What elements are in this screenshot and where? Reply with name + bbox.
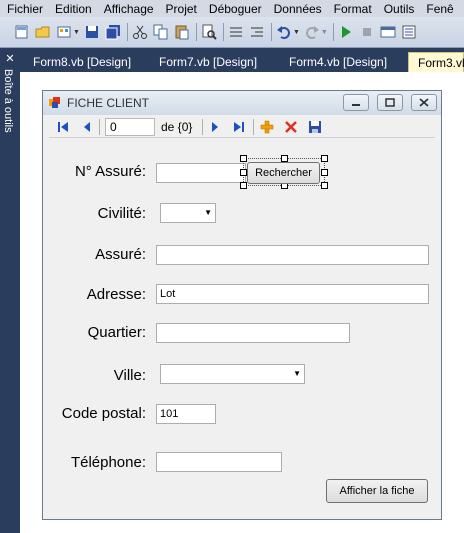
menu-bar: Fichier Edition Affichage Projet Débogue… (0, 0, 464, 17)
close-icon (419, 98, 429, 107)
chevron-down-icon[interactable]: ▼ (321, 29, 328, 36)
adresse-input[interactable]: Lot (156, 284, 429, 304)
chevron-down-icon[interactable]: ▼ (293, 368, 301, 380)
ville-label: Ville: (113, 367, 146, 384)
form-title: FICHE CLIENT (67, 96, 150, 110)
rechercher-button[interactable]: Rechercher (247, 162, 320, 184)
civilite-label: Civilité: (97, 205, 146, 222)
form-titlebar: FICHE CLIENT (43, 91, 441, 115)
menu-donnees[interactable]: Données (268, 2, 328, 16)
stop-icon[interactable] (359, 24, 375, 40)
undo-icon[interactable] (276, 24, 292, 40)
add-item-icon[interactable] (56, 24, 72, 40)
redo-icon[interactable] (304, 24, 320, 40)
delete-record-icon[interactable] (283, 119, 299, 135)
toolbox-tab[interactable]: ✕ Boîte à outils (0, 48, 20, 533)
telephone-label: Téléphone: (70, 454, 146, 471)
form-icon (49, 97, 61, 109)
resize-handle[interactable] (321, 155, 328, 162)
menu-projet[interactable]: Projet (160, 2, 203, 16)
record-count-label: de {0} (161, 120, 193, 134)
assure-input[interactable] (156, 245, 429, 265)
add-record-icon[interactable] (259, 119, 275, 135)
chevron-down-icon[interactable]: ▼ (204, 207, 212, 219)
quartier-input[interactable] (156, 323, 350, 343)
assure-num-input[interactable] (156, 163, 246, 183)
resize-handle[interactable] (240, 182, 247, 189)
cut-icon[interactable] (132, 24, 148, 40)
toolbox-label: Boîte à outils (2, 69, 14, 133)
previous-record-icon[interactable] (79, 119, 95, 135)
menu-affichage[interactable]: Affichage (98, 2, 160, 16)
toolbar-separator (270, 23, 272, 41)
next-record-icon[interactable] (207, 119, 223, 135)
toolbar-separator (195, 23, 197, 41)
civilite-select[interactable]: ▼ (160, 203, 216, 223)
tab-form7[interactable]: Form7.vb [Design] (150, 52, 266, 72)
first-record-icon[interactable] (55, 119, 71, 135)
maximize-button[interactable] (377, 94, 403, 111)
save-icon[interactable] (84, 24, 100, 40)
code-postal-label: Code postal: (61, 405, 146, 422)
menu-format[interactable]: Format (328, 2, 378, 16)
tab-form8[interactable]: Form8.vb [Design] (24, 52, 140, 72)
toolbar-separator (222, 23, 224, 41)
telephone-input[interactable] (156, 452, 282, 472)
tab-form3[interactable]: Form3.vb (408, 52, 464, 72)
menu-fenetre[interactable]: Fenê (420, 2, 459, 16)
minimize-button[interactable] (343, 94, 369, 111)
code-postal-input[interactable]: 101 (156, 404, 216, 424)
afficher-fiche-button[interactable]: Afficher la fiche (326, 479, 428, 503)
resize-handle[interactable] (240, 155, 247, 162)
adresse-label: Adresse: (86, 286, 146, 303)
window-icon[interactable] (380, 24, 396, 40)
binding-navigator: 0 de {0} (49, 116, 435, 138)
maximize-icon (385, 98, 395, 107)
new-project-icon[interactable] (14, 24, 30, 40)
copy-icon[interactable] (153, 24, 169, 40)
minimize-icon (352, 104, 360, 106)
resize-handle[interactable] (321, 182, 328, 189)
document-tabs: Form8.vb [Design] Form7.vb [Design] Form… (20, 48, 464, 72)
navigator-separator (253, 119, 254, 135)
uncomment-icon[interactable] (249, 24, 265, 40)
start-icon[interactable] (338, 24, 354, 40)
menu-fichier[interactable]: Fichier (0, 2, 49, 16)
paste-icon[interactable] (174, 24, 190, 40)
quartier-label: Quartier: (87, 324, 146, 341)
record-position-input[interactable]: 0 (105, 118, 155, 136)
resize-handle[interactable] (321, 169, 328, 176)
menu-edition[interactable]: Edition (49, 2, 98, 16)
navigator-separator (99, 119, 100, 135)
assure-label: Assuré: (95, 246, 146, 263)
resize-handle[interactable] (240, 169, 247, 176)
save-record-icon[interactable] (307, 119, 323, 135)
menu-deboguer[interactable]: Déboguer (203, 2, 268, 16)
ville-select[interactable]: ▼ (160, 364, 305, 384)
comment-icon[interactable] (228, 24, 244, 40)
chevron-down-icon[interactable]: ▼ (73, 29, 80, 36)
toolbar-separator (126, 23, 128, 41)
properties-icon[interactable] (401, 24, 417, 40)
resize-handle[interactable] (281, 155, 288, 162)
save-all-icon[interactable] (105, 24, 121, 40)
navigator-separator (202, 119, 203, 135)
close-button[interactable] (411, 94, 437, 111)
find-icon[interactable] (201, 24, 217, 40)
toolbar-separator (332, 23, 334, 41)
open-icon[interactable] (35, 24, 51, 40)
menu-outils[interactable]: Outils (378, 2, 421, 16)
last-record-icon[interactable] (231, 119, 247, 135)
assure-num-label: N° Assuré: (74, 163, 146, 180)
main-toolbar: ▼ ▼ ▼ (0, 17, 464, 48)
chevron-down-icon[interactable]: ▼ (293, 29, 300, 36)
tab-form4[interactable]: Form4.vb [Design] (280, 52, 396, 72)
toolbox-icon: ✕ (5, 53, 15, 65)
